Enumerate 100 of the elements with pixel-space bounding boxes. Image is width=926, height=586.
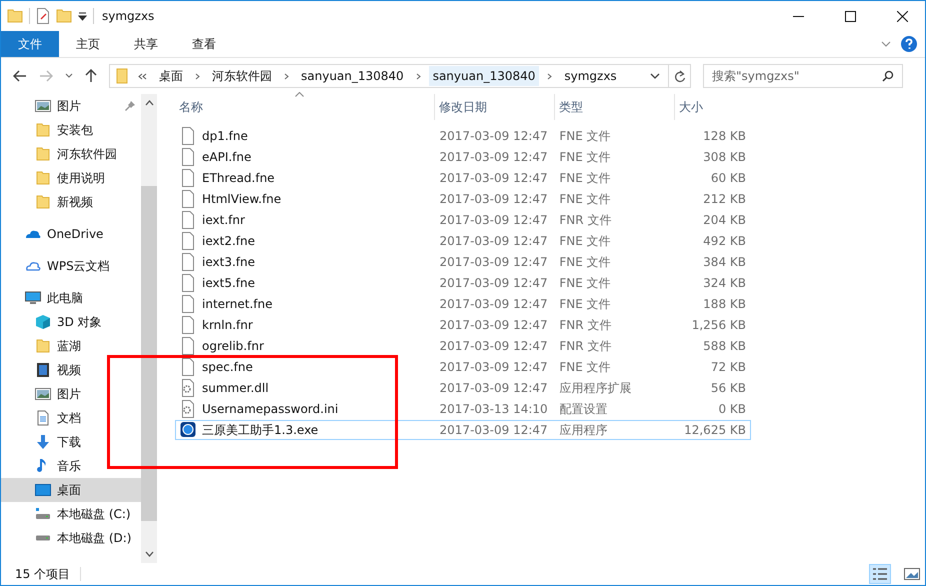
file-row[interactable]: iext5.fne 2017-03-09 12:47 FNE 文件 324 KB [175,273,751,293]
file-name: internet.fne [202,297,272,311]
breadcrumb[interactable]: 河东软件园 [208,64,276,88]
column-header[interactable]: 名称 [175,94,435,120]
file-name: iext.fnr [202,213,245,227]
double-chevron-icon[interactable] [138,72,147,80]
scroll-thumb[interactable] [141,186,157,521]
table-cell-text: FNE 文件 [558,190,612,208]
table-cell-text: 应用程序 [558,422,608,438]
table-cell-text: 2017-03-09 12:47 [438,338,549,355]
file-row[interactable]: Usernamepassword.ini 2017-03-13 14:10 配置设置 0 KB [175,399,751,419]
nav-item[interactable]: 新视频 [1,190,141,214]
chevron-down-icon[interactable] [65,73,73,79]
table-cell-text: 492 KB [702,233,747,250]
properties-icon[interactable] [36,8,50,24]
table-cell-text: 2017-03-09 12:47 [438,170,549,187]
up-arrow-icon[interactable] [85,69,97,83]
nav-item[interactable]: WPS云文档 [1,254,141,278]
breadcrumb[interactable]: 桌面 [155,64,187,88]
file-name: Usernamepassword.ini [202,402,338,416]
scroll-up-icon[interactable] [144,100,154,106]
breadcrumb[interactable]: symgzxs [560,66,621,86]
nav-item[interactable]: 本地磁盘 (C:) [1,502,141,526]
nav-item[interactable]: 本地磁盘 (D:) [1,526,141,550]
nav-item[interactable]: 下载 [1,430,141,454]
breadcrumb[interactable]: sanyuan_130840 [297,66,408,86]
file-row[interactable]: iext3.fne 2017-03-09 12:47 FNE 文件 384 KB [175,252,751,272]
ribbon-tab[interactable]: 查看 [175,31,233,57]
nav-item[interactable]: 图片 [1,382,141,406]
table-cell-text: 2017-03-09 12:47 [438,212,549,229]
chevron-right-icon[interactable] [547,72,552,80]
file-icon [180,253,196,271]
file-name: iext2.fne [202,234,255,248]
details-view-button[interactable] [869,564,891,584]
file-row[interactable]: HtmlView.fne 2017-03-09 12:47 FNE 文件 212 KB [175,189,751,209]
ribbon-tab[interactable]: 主页 [59,31,117,57]
nav-item[interactable]: 使用说明 [1,166,141,190]
app-icon [180,421,196,439]
column-header[interactable]: 修改日期 [435,94,555,120]
column-header[interactable]: 类型 [555,94,675,120]
file-row[interactable]: iext2.fne 2017-03-09 12:47 FNE 文件 492 KB [175,231,751,251]
chevron-right-icon[interactable] [284,72,289,80]
monitor-icon [25,290,41,306]
table-cell-text: 188 KB [702,296,747,313]
table-cell-text: 588 KB [702,338,747,355]
address-bar[interactable]: 桌面 河东软件园 sanyuan_130840 sanyuan_130840 symgzxs [109,64,669,88]
file-row[interactable]: EThread.fne 2017-03-09 12:47 FNE 文件 60 KB [175,168,751,188]
drive-icon [35,506,51,522]
nav-item[interactable]: 河东软件园 [1,142,141,166]
nav-item[interactable]: 视频 [1,358,141,382]
item-count: 15 个项目 [15,566,70,582]
table-cell-text: 配置设置 [558,400,608,418]
dropdown-icon[interactable] [78,12,87,20]
nav-item[interactable]: 桌面 [1,478,141,502]
file-row[interactable]: ogrelib.fnr 2017-03-09 12:47 FNR 文件 588 KB [175,336,751,356]
film-icon [35,362,51,378]
table-cell-text: 384 KB [702,254,747,271]
file-icon [180,358,196,376]
file-name: 三原美工助手1.3.exe [202,422,318,438]
nav-item[interactable]: 3D 对象 [1,310,141,334]
file-name: ogrelib.fnr [202,339,264,353]
back-arrow-icon[interactable] [13,70,27,82]
ribbon-tab[interactable]: 共享 [117,31,175,57]
nav-item[interactable]: 音乐 [1,454,141,478]
nav-item[interactable]: OneDrive [1,222,141,246]
chevron-right-icon[interactable] [416,72,421,80]
file-icon [180,316,196,334]
file-name: EThread.fne [202,171,275,185]
nav-item[interactable]: 图片 [1,94,141,118]
file-row[interactable]: 三原美工助手1.3.exe 2017-03-09 12:47 应用程序 12,625 KB [175,420,751,440]
folder-icon [35,194,51,210]
nav-item[interactable]: 蓝湖 [1,334,141,358]
help-icon[interactable] [901,36,917,52]
file-name: dp1.fne [202,129,248,143]
nav-item[interactable]: 文档 [1,406,141,430]
scroll-down-icon[interactable] [144,551,154,557]
table-cell-text: FNE 文件 [558,148,612,166]
refresh-button[interactable] [669,64,691,88]
file-row[interactable]: summer.dll 2017-03-09 12:47 应用程序扩展 56 KB [175,378,751,398]
file-name: iext5.fne [202,276,255,290]
document-icon [35,410,51,426]
breadcrumb[interactable]: sanyuan_130840 [428,66,540,86]
table-cell-text: FNE 文件 [558,254,612,270]
file-row[interactable]: internet.fne 2017-03-09 12:47 FNE 文件 188 KB [175,294,751,314]
file-row[interactable]: iext.fnr 2017-03-09 12:47 FNR 文件 204 KB [175,210,751,230]
column-header[interactable]: 大小 [675,94,750,120]
file-row[interactable]: spec.fne 2017-03-09 12:47 FNE 文件 72 KB [175,357,751,377]
nav-item[interactable]: 此电脑 [1,286,141,310]
file-row[interactable]: krnln.fnr 2017-03-09 12:47 FNR 文件 1,256 KB [175,315,751,335]
search-field[interactable]: 搜索"symgzxs" [703,64,903,88]
scrollbar[interactable] [141,94,157,563]
nav-item[interactable]: 安装包 [1,118,141,142]
file-row[interactable]: eAPI.fne 2017-03-09 12:47 FNE 文件 308 KB [175,147,751,167]
chevron-down-icon[interactable] [650,73,660,79]
desktop-icon [35,482,51,498]
file-tab[interactable]: 文件 [1,31,59,57]
chevron-right-icon[interactable] [195,72,200,80]
folder-icon [35,338,51,354]
file-row[interactable]: dp1.fne 2017-03-09 12:47 FNE 文件 128 KB [175,126,751,146]
table-cell-text: 204 KB [702,212,747,229]
